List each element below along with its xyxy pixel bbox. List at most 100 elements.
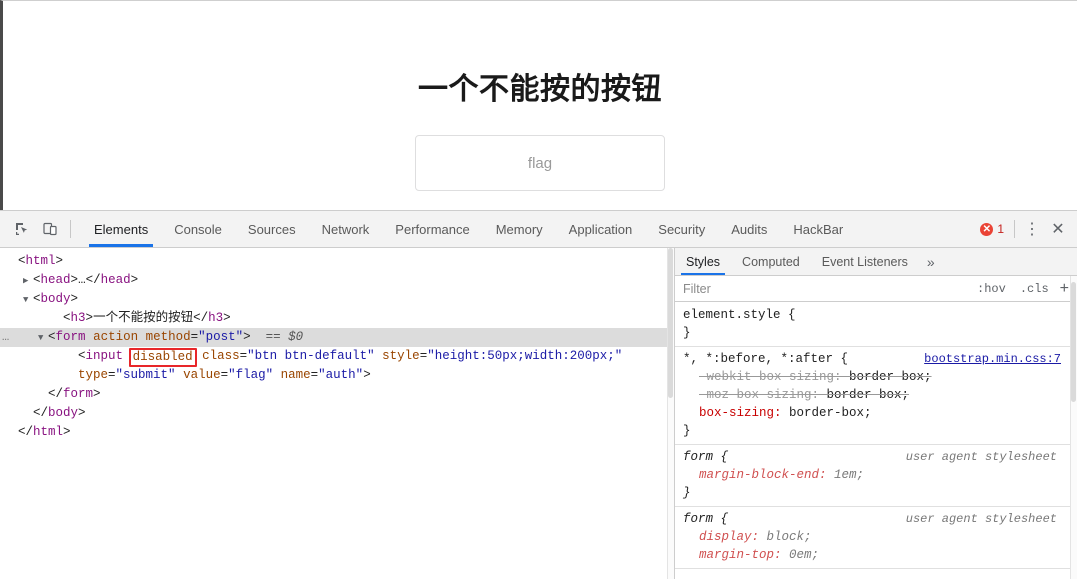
devtools-more-menu-icon[interactable]: ⋮ [1019, 216, 1045, 242]
dom-node-row[interactable]: type="submit" value="flag" name="auth"> [0, 366, 674, 385]
page-title: 一个不能按的按钮 [418, 73, 662, 106]
css-property-value[interactable]: block; [767, 530, 812, 544]
tab-event-listeners[interactable]: Event Listeners [811, 248, 919, 275]
tab-elements[interactable]: Elements [81, 211, 161, 247]
inspect-element-icon[interactable] [8, 215, 36, 243]
css-declaration[interactable]: display: block; [683, 528, 1067, 546]
tab-memory[interactable]: Memory [483, 211, 556, 247]
dom-node-row[interactable]: </form> [0, 385, 674, 404]
tab-network[interactable]: Network [309, 211, 383, 247]
dom-node-row[interactable]: </body> [0, 404, 674, 423]
toggle-class-button[interactable]: .cls [1013, 282, 1056, 296]
dom-indent [8, 292, 23, 306]
styles-filter-input[interactable] [681, 277, 971, 300]
tab-application[interactable]: Application [556, 211, 646, 247]
dom-token: "btn btn-default" [247, 349, 375, 363]
css-property-value[interactable]: 0em; [789, 548, 819, 562]
dom-token: > [55, 254, 64, 268]
css-declaration[interactable]: -moz-box-sizing: border-box; [683, 386, 1067, 404]
devtools-panel: Elements Console Sources Network Perform… [0, 210, 1077, 579]
tab-performance[interactable]: Performance [382, 211, 482, 247]
tab-computed[interactable]: Computed [731, 248, 811, 275]
devtools-toolbar-right: ✕ 1 ⋮ ✕ [974, 211, 1077, 247]
css-property-name[interactable]: -moz-box-sizing: [699, 388, 827, 402]
css-property-value[interactable]: border-box; [827, 388, 910, 402]
dom-token: > [70, 273, 79, 287]
css-declaration[interactable]: margin-top: 0em; [683, 546, 1067, 564]
css-rule-origin: user agent stylesheet [905, 512, 1057, 526]
tab-hackbar[interactable]: HackBar [780, 211, 856, 247]
device-toolbar-icon[interactable] [36, 215, 64, 243]
styles-scrollbar-thumb[interactable] [1071, 282, 1076, 402]
dom-token: > [223, 311, 231, 325]
tab-console[interactable]: Console [161, 211, 235, 247]
dom-token [176, 368, 184, 382]
dom-indent [8, 406, 23, 420]
css-declaration[interactable]: -webkit-box-sizing: border-box; [683, 368, 1067, 386]
css-declaration[interactable]: box-sizing: border-box; [683, 404, 1067, 422]
dom-token [273, 368, 281, 382]
dom-token: > [78, 406, 86, 420]
dom-token: "height:50px;width:200px;" [427, 349, 623, 363]
dom-token: </ [33, 406, 49, 420]
css-property-name[interactable]: display: [699, 530, 767, 544]
styles-sidebar: Styles Computed Event Listeners » :hov .… [675, 248, 1077, 579]
dom-row-badge[interactable]: … [2, 328, 9, 347]
css-property-name[interactable]: margin-top: [699, 548, 789, 562]
css-property-value[interactable]: border-box; [849, 370, 932, 384]
error-count-label: 1 [997, 222, 1004, 236]
dom-token: … [78, 273, 86, 287]
dom-token: = [108, 368, 116, 382]
css-rule-close-brace: } [683, 326, 691, 340]
css-property-value[interactable]: 1em; [834, 468, 864, 482]
dom-node-row[interactable]: ▼ <body> [0, 290, 674, 309]
dom-node-row[interactable]: <input disabled class="btn btn-default" … [0, 347, 674, 367]
css-property-value[interactable]: border-box; [789, 406, 872, 420]
dom-token: < [78, 349, 86, 363]
styles-tab-list: Styles Computed Event Listeners » [675, 248, 1077, 276]
css-property-name[interactable]: box-sizing: [699, 406, 789, 420]
styles-scrollbar[interactable] [1070, 276, 1077, 579]
dom-scrollbar-thumb[interactable] [668, 248, 673, 398]
error-count-badge[interactable]: ✕ 1 [974, 222, 1010, 236]
dom-token [86, 330, 94, 344]
dom-token: name [280, 368, 311, 382]
dom-expand-toggle-icon[interactable]: ▼ [23, 291, 33, 310]
dom-token: html [33, 425, 64, 439]
css-rule-block[interactable]: *, *:before, *:after { bootstrap.min.css:… [675, 347, 1077, 445]
flag-submit-button[interactable]: flag [415, 135, 665, 191]
styles-more-tabs-icon[interactable]: » [919, 248, 943, 275]
dom-token: < [18, 254, 26, 268]
dom-token: > [243, 330, 251, 344]
toolbar-divider-right [1014, 220, 1015, 238]
dom-scrollbar[interactable] [667, 248, 674, 579]
dom-node-row[interactable]: <html> [0, 252, 674, 271]
dom-node-row[interactable]: </html> [0, 423, 674, 442]
dom-node-row[interactable]: <h3>一个不能按的按钮</h3> [0, 309, 674, 328]
close-devtools-icon[interactable]: ✕ [1045, 216, 1071, 242]
css-rule-block[interactable]: form {user agent stylesheet margin-block-… [675, 445, 1077, 507]
dom-node-row[interactable]: ▶ <head>…</head> [0, 271, 674, 290]
toggle-hover-state-button[interactable]: :hov [970, 282, 1013, 296]
css-property-name[interactable]: -webkit-box-sizing: [699, 370, 849, 384]
dom-tree-panel[interactable]: <html> ▶ <head>…</head> ▼ <body> <h3>一个不能按… [0, 248, 675, 579]
dom-expand-toggle-icon[interactable]: ▶ [23, 272, 33, 291]
dom-token: > [63, 425, 71, 439]
dom-token: > [70, 292, 79, 306]
css-declaration[interactable]: margin-block-end: 1em; [683, 466, 1067, 484]
tab-audits[interactable]: Audits [718, 211, 780, 247]
css-property-name[interactable]: margin-block-end: [699, 468, 834, 482]
dom-node-row[interactable]: … ▼ <form action method="post"> == $0 [0, 328, 674, 347]
highlighted-disabled-attribute[interactable]: disabled [128, 348, 197, 367]
css-rule-block[interactable]: element.style {} [675, 303, 1077, 347]
dom-expand-toggle-icon[interactable]: ▼ [38, 329, 48, 348]
tab-security[interactable]: Security [645, 211, 718, 247]
tab-sources[interactable]: Sources [235, 211, 309, 247]
dom-token [138, 330, 146, 344]
page-viewport: 一个不能按的按钮 flag [0, 0, 1077, 210]
tab-styles[interactable]: Styles [675, 248, 731, 275]
css-rule-block[interactable]: form {user agent stylesheet display: bloc… [675, 507, 1077, 569]
css-selector: *, *:before, *:after { [683, 352, 849, 366]
dom-token: input [85, 349, 124, 363]
css-source-link[interactable]: bootstrap.min.css:7 [924, 350, 1061, 368]
